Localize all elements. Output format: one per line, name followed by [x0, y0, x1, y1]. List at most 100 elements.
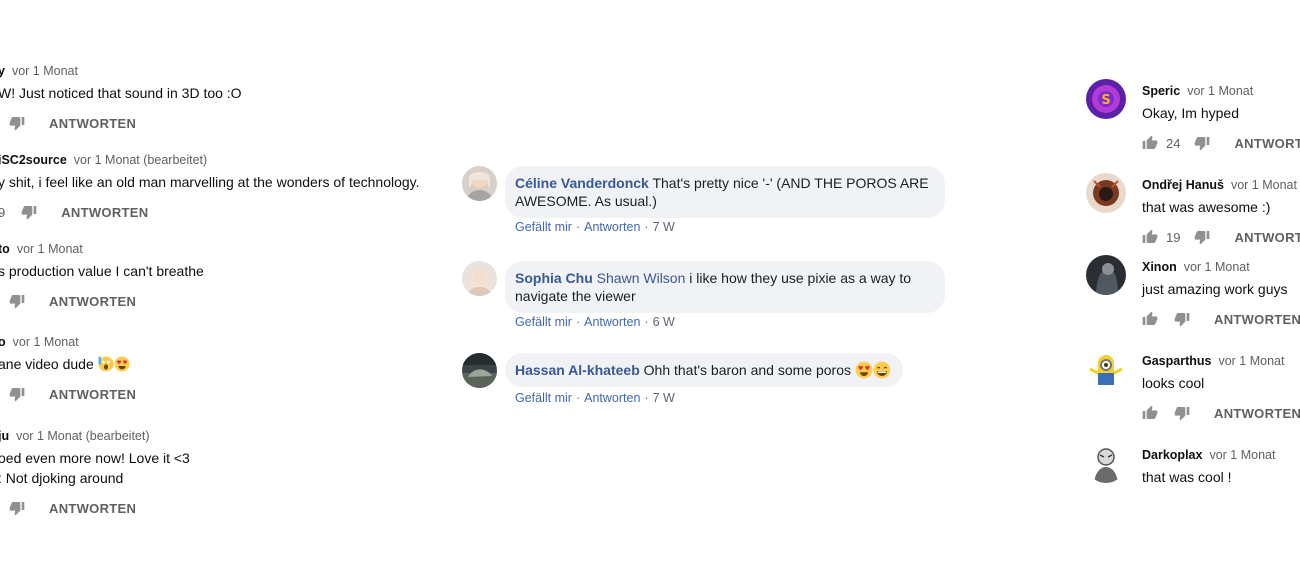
reply-button[interactable]: ANTWORTEN: [49, 116, 136, 131]
comment-text: s production value I can't breathe: [0, 263, 204, 279]
comment-time[interactable]: vor 1 Monat: [12, 64, 78, 78]
thumb-down-icon[interactable]: [21, 204, 37, 220]
comment-text: just amazing work guys: [1142, 281, 1288, 297]
comment-bubble: Hassan Al-khateeb Ohh that's baron and s…: [505, 353, 903, 387]
reply-button[interactable]: ANTWORTEN: [49, 387, 136, 402]
reply-link[interactable]: Antworten: [584, 315, 640, 329]
comment-time[interactable]: 7 W: [653, 391, 675, 405]
comment-text: that was awesome :): [1142, 199, 1271, 215]
thumb-down-icon[interactable]: [9, 293, 25, 309]
comment-time[interactable]: vor 1 Monat: [1231, 178, 1297, 192]
comment-text: that was cool !: [1142, 469, 1232, 485]
reply-button[interactable]: ANTWORTEN: [1234, 230, 1300, 245]
comment-meta: Gefällt mir · Antworten · 7 W: [515, 220, 675, 234]
comment-time[interactable]: vor 1 Monat: [13, 335, 79, 349]
comment-author[interactable]: Sophia Chu: [515, 270, 593, 286]
thumb-down-icon[interactable]: [9, 115, 25, 131]
comment-time[interactable]: vor 1 Monat (bearbeitet): [74, 153, 207, 167]
yt-comment-left-4: o vor 1 Monat ane video dude ANTWORTEN: [0, 334, 136, 404]
comment-author[interactable]: iSC2source: [0, 153, 67, 167]
avatar[interactable]: S: [1086, 79, 1126, 119]
reply-link[interactable]: Antworten: [584, 391, 640, 405]
avatar[interactable]: [1086, 173, 1126, 213]
avatar[interactable]: [462, 166, 497, 201]
yt-comment-left-3: to vor 1 Monat s production value I can't…: [0, 241, 204, 311]
comment-bubble: Sophia Chu Shawn Wilson i like how they …: [505, 261, 945, 313]
comment-author[interactable]: Speric: [1142, 84, 1180, 98]
reply-link[interactable]: Antworten: [584, 220, 640, 234]
reply-button[interactable]: ANTWORTEN: [1214, 406, 1300, 421]
like-count: 24: [1166, 135, 1181, 151]
comment-meta: Gefällt mir · Antworten · 7 W: [515, 391, 675, 405]
comment-author[interactable]: Darkoplax: [1142, 448, 1202, 462]
thumb-down-icon[interactable]: [1194, 229, 1210, 245]
thumb-down-icon[interactable]: [9, 386, 25, 402]
mention-link[interactable]: Shawn Wilson: [597, 270, 686, 286]
comment-text: Okay, Im hyped: [1142, 105, 1240, 121]
yt-comment-right-5: Darkoplax vor 1 Monat that was cool !: [1086, 443, 1275, 487]
thumb-down-icon[interactable]: [1174, 311, 1190, 327]
yt-comment-right-2: Ondřej Hanuš vor 1 Monat that was awesome…: [1086, 173, 1300, 247]
reply-button[interactable]: ANTWORTEN: [1234, 136, 1300, 151]
reply-button[interactable]: ANTWORTEN: [61, 205, 148, 220]
comment-author[interactable]: Ondřej Hanuš: [1142, 178, 1224, 192]
comment-author[interactable]: y: [0, 64, 5, 78]
like-count: 9: [0, 204, 6, 220]
yt-comment-left-1: y vor 1 Monat W! Just noticed that sound …: [0, 63, 242, 133]
thumb-up-icon[interactable]: [1142, 405, 1158, 421]
reply-button[interactable]: ANTWORTEN: [49, 501, 136, 516]
comment-time[interactable]: vor 1 Monat: [17, 242, 83, 256]
yt-comment-right-1: S Speric vor 1 Monat Okay, Im hyped 24 AN…: [1086, 79, 1300, 153]
yt-comment-left-2: iSC2source vor 1 Monat (bearbeitet) y shi…: [0, 152, 420, 222]
like-link[interactable]: Gefällt mir: [515, 315, 572, 329]
yt-comment-left-5: ju vor 1 Monat (bearbeitet) oed even more…: [0, 428, 190, 518]
comment-text-line-2: : Not djoking around: [0, 470, 124, 486]
avatar[interactable]: [1086, 349, 1126, 389]
avatar[interactable]: [462, 353, 497, 388]
comment-time[interactable]: vor 1 Monat: [1187, 84, 1253, 98]
comment-author[interactable]: to: [0, 242, 10, 256]
thumb-up-icon[interactable]: [1142, 311, 1158, 327]
avatar[interactable]: [1086, 443, 1126, 483]
scream-emoji-icon: [98, 356, 114, 372]
comment-meta: Gefällt mir · Antworten · 6 W: [515, 315, 675, 329]
like-link[interactable]: Gefällt mir: [515, 220, 572, 234]
comment-text: ane video dude: [0, 356, 94, 372]
thumb-up-icon[interactable]: [1142, 135, 1158, 151]
thumb-down-icon[interactable]: [1174, 405, 1190, 421]
thumb-down-icon[interactable]: [1194, 135, 1210, 151]
like-link[interactable]: Gefällt mir: [515, 391, 572, 405]
comment-author[interactable]: ju: [0, 429, 9, 443]
comment-time[interactable]: vor 1 Monat: [1184, 260, 1250, 274]
comment-text: W! Just noticed that sound in 3D too :O: [0, 85, 242, 101]
comment-time[interactable]: 7 W: [653, 220, 675, 234]
comment-bubble: Céline Vanderdonck That's pretty nice '-…: [505, 166, 945, 218]
comment-text: Ohh that's baron and some poros: [643, 362, 851, 378]
comment-text-row: ane video dude: [0, 354, 136, 374]
heart-eyes-emoji-icon: [855, 361, 873, 379]
yt-comment-right-3: Xinon vor 1 Monat just amazing work guys …: [1086, 255, 1300, 329]
reply-button[interactable]: ANTWORTEN: [49, 294, 136, 309]
comment-author[interactable]: o: [0, 335, 6, 349]
grinning-emoji-icon: [873, 361, 891, 379]
comment-time[interactable]: vor 1 Monat: [1218, 354, 1284, 368]
heart-eyes-emoji-icon: [114, 356, 130, 372]
comment-author[interactable]: Céline Vanderdonck: [515, 175, 649, 191]
comment-author[interactable]: Gasparthus: [1142, 354, 1211, 368]
comment-text: looks cool: [1142, 375, 1205, 391]
avatar[interactable]: [1086, 255, 1126, 295]
thumb-down-icon[interactable]: [9, 500, 25, 516]
yt-comment-right-4: Gasparthus vor 1 Monat looks cool ANTWORT…: [1086, 349, 1300, 423]
comment-time[interactable]: vor 1 Monat (bearbeitet): [16, 429, 149, 443]
like-count: 19: [1166, 229, 1181, 245]
avatar[interactable]: [462, 261, 497, 296]
comment-author[interactable]: Hassan Al-khateeb: [515, 362, 640, 378]
svg-text:S: S: [1101, 93, 1110, 108]
comment-text: y shit, i feel like an old man marvellin…: [0, 174, 420, 190]
comment-time[interactable]: vor 1 Monat: [1209, 448, 1275, 462]
comment-text-line-1: oed even more now! Love it <3: [0, 450, 190, 466]
comment-time[interactable]: 6 W: [653, 315, 675, 329]
reply-button[interactable]: ANTWORTEN: [1214, 312, 1300, 327]
thumb-up-icon[interactable]: [1142, 229, 1158, 245]
comment-author[interactable]: Xinon: [1142, 260, 1177, 274]
